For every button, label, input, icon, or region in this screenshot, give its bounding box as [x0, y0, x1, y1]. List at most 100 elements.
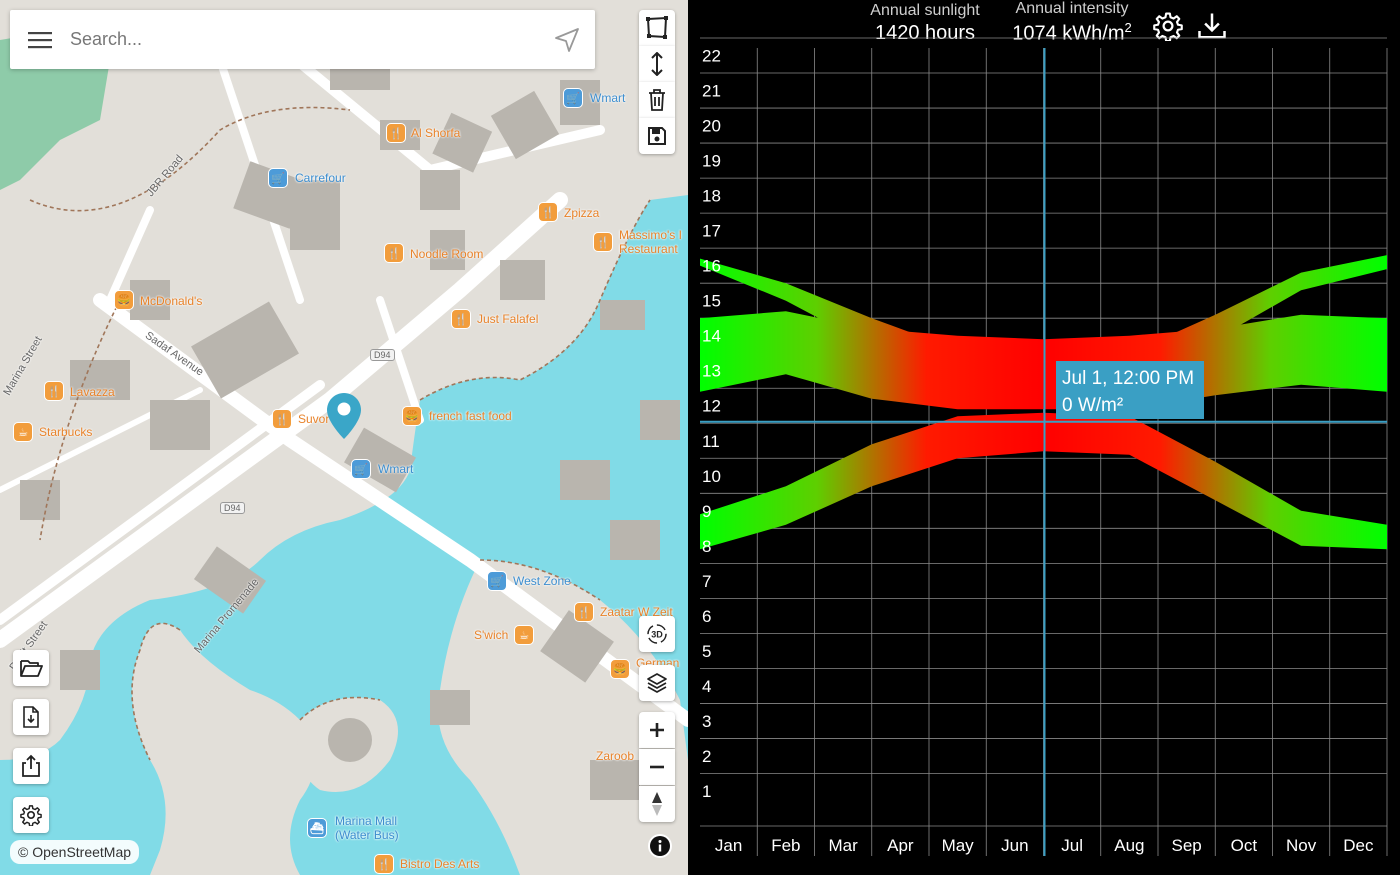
- zoom-in-button[interactable]: [639, 712, 675, 748]
- chart-tooltip: Jul 1, 12:00 PM 0 W/m²: [1056, 361, 1204, 419]
- x-tick-label: Mar: [828, 836, 858, 855]
- height-button[interactable]: [639, 46, 675, 82]
- 3d-toggle-button[interactable]: 3D: [639, 616, 675, 652]
- poi-food-icon[interactable]: 🍴: [574, 602, 594, 622]
- poi-food-icon[interactable]: 🍴: [272, 409, 292, 429]
- poi-food-icon[interactable]: 🍴: [386, 123, 406, 143]
- y-tick-label: 18: [702, 187, 721, 206]
- y-tick-label: 4: [702, 677, 711, 696]
- poi-food-icon[interactable]: 🍴: [44, 381, 64, 401]
- poi-food-icon[interactable]: ☕: [13, 422, 33, 442]
- y-tick-label: 11: [702, 432, 720, 451]
- poi-label[interactable]: Just Falafel: [477, 312, 538, 326]
- poi-label[interactable]: Marina Mall (Water Bus): [335, 814, 405, 842]
- poi-label[interactable]: Al Shorfa: [411, 126, 460, 140]
- settings-icon: [20, 805, 42, 826]
- poi-food-icon[interactable]: 🍔: [402, 406, 422, 426]
- poi-shop-icon[interactable]: 🛒: [487, 571, 507, 591]
- poi-food-icon[interactable]: 🍴: [384, 243, 404, 263]
- hamburger-icon: [28, 31, 52, 48]
- y-tick-label: 15: [702, 292, 721, 311]
- zoom-out-icon: [650, 765, 664, 769]
- poi-label[interactable]: Massimo's I Restaurant: [619, 228, 683, 256]
- x-tick-label: May: [942, 836, 975, 855]
- y-tick-label: 22: [702, 47, 721, 66]
- layers-icon: [647, 673, 667, 693]
- y-tick-label: 6: [702, 607, 711, 626]
- menu-button[interactable]: [10, 10, 70, 69]
- zoom-out-button[interactable]: [639, 749, 675, 785]
- info-icon: [650, 836, 670, 856]
- poi-label[interactable]: Suvor: [298, 412, 329, 426]
- y-tick-label: 19: [702, 152, 721, 171]
- y-tick-label: 5: [702, 642, 711, 661]
- x-tick-label: Oct: [1231, 836, 1258, 855]
- poi-label[interactable]: West Zone: [513, 574, 571, 588]
- y-tick-label: 21: [702, 82, 721, 101]
- poi-label[interactable]: Zaroob: [596, 749, 634, 763]
- trash-icon: [649, 89, 665, 111]
- poi-food-icon[interactable]: 🍴: [451, 309, 471, 329]
- y-tick-label: 9: [702, 502, 711, 521]
- y-tick-label: 10: [702, 467, 721, 486]
- locate-button[interactable]: [539, 10, 595, 69]
- search-bar: [10, 10, 595, 69]
- poi-label[interactable]: Noodle Room: [410, 247, 483, 261]
- x-tick-label: Jan: [715, 836, 742, 855]
- save-button[interactable]: [639, 118, 675, 154]
- x-tick-label: Feb: [771, 836, 800, 855]
- map-settings-button[interactable]: [13, 797, 49, 833]
- x-tick-label: Nov: [1286, 836, 1317, 855]
- info-button[interactable]: [648, 834, 672, 858]
- svg-text:3D: 3D: [651, 630, 663, 640]
- poi-label[interactable]: Lavazza: [70, 385, 115, 399]
- share-button[interactable]: [13, 748, 49, 784]
- poi-food-icon[interactable]: 🍔: [610, 659, 630, 679]
- poi-shop-icon[interactable]: ⛴: [307, 818, 327, 838]
- poi-food-icon[interactable]: 🍴: [538, 202, 558, 222]
- navigation-arrow-icon: [555, 27, 579, 52]
- 3d-icon: 3D: [647, 624, 667, 644]
- sunlight-chart-panel: Annual sunlight 1420 hours Annual intens…: [688, 0, 1400, 875]
- poi-shop-icon[interactable]: 🛒: [268, 168, 288, 188]
- layers-button[interactable]: [639, 665, 675, 701]
- y-tick-label: 16: [702, 257, 721, 276]
- y-tick-label: 13: [702, 362, 721, 381]
- x-tick-label: Sep: [1172, 836, 1202, 855]
- open-file-button[interactable]: [13, 650, 49, 686]
- poi-label[interactable]: McDonald's: [140, 294, 202, 308]
- poi-label[interactable]: french fast food: [429, 409, 512, 423]
- poi-label[interactable]: Carrefour: [295, 171, 346, 185]
- poi-label[interactable]: Zpizza: [564, 206, 599, 220]
- x-tick-label: Jun: [1001, 836, 1028, 855]
- x-tick-label: Jul: [1061, 836, 1083, 855]
- delete-button[interactable]: [639, 82, 675, 118]
- map-view[interactable]: 🍴 Al Shorfa 🛒 Carrefour 🍴 Zpizza 🍴 Massi…: [0, 0, 688, 875]
- poi-food-icon[interactable]: 🍴: [374, 854, 394, 874]
- poi-label[interactable]: Wmart: [590, 91, 625, 105]
- search-input[interactable]: [70, 19, 539, 60]
- y-tick-label: 8: [702, 537, 711, 556]
- poi-label[interactable]: Bistro Des Arts: [400, 857, 479, 871]
- poi-label[interactable]: S'wich: [474, 628, 508, 642]
- app-root: 🍴 Al Shorfa 🛒 Carrefour 🍴 Zpizza 🍴 Massi…: [0, 0, 1400, 875]
- height-icon: [651, 52, 663, 76]
- share-icon: [22, 754, 40, 777]
- poi-label[interactable]: Starbucks: [39, 425, 92, 439]
- x-tick-label: Aug: [1114, 836, 1144, 855]
- compass-button[interactable]: [639, 786, 675, 822]
- sunlight-chart[interactable]: 12345678910111213141516171819202122Jan Fe…: [688, 0, 1400, 875]
- poi-food-icon[interactable]: 🍴: [593, 232, 613, 252]
- poi-food-icon[interactable]: 🍔: [114, 290, 134, 310]
- poi-shop-icon[interactable]: 🛒: [351, 459, 371, 479]
- draw-polygon-button[interactable]: [639, 10, 675, 46]
- export-file-button[interactable]: [13, 699, 49, 735]
- location-pin-icon[interactable]: [327, 393, 361, 439]
- map-attribution[interactable]: © OpenStreetMap: [10, 840, 140, 864]
- y-tick-label: 2: [702, 747, 711, 766]
- poi-food-icon[interactable]: ☕: [514, 625, 534, 645]
- tooltip-intensity: 0 W/m²: [1062, 395, 1124, 416]
- poi-shop-icon[interactable]: 🛒: [563, 88, 583, 108]
- y-tick-label: 1: [702, 782, 711, 801]
- poi-label[interactable]: Wmart: [378, 462, 413, 476]
